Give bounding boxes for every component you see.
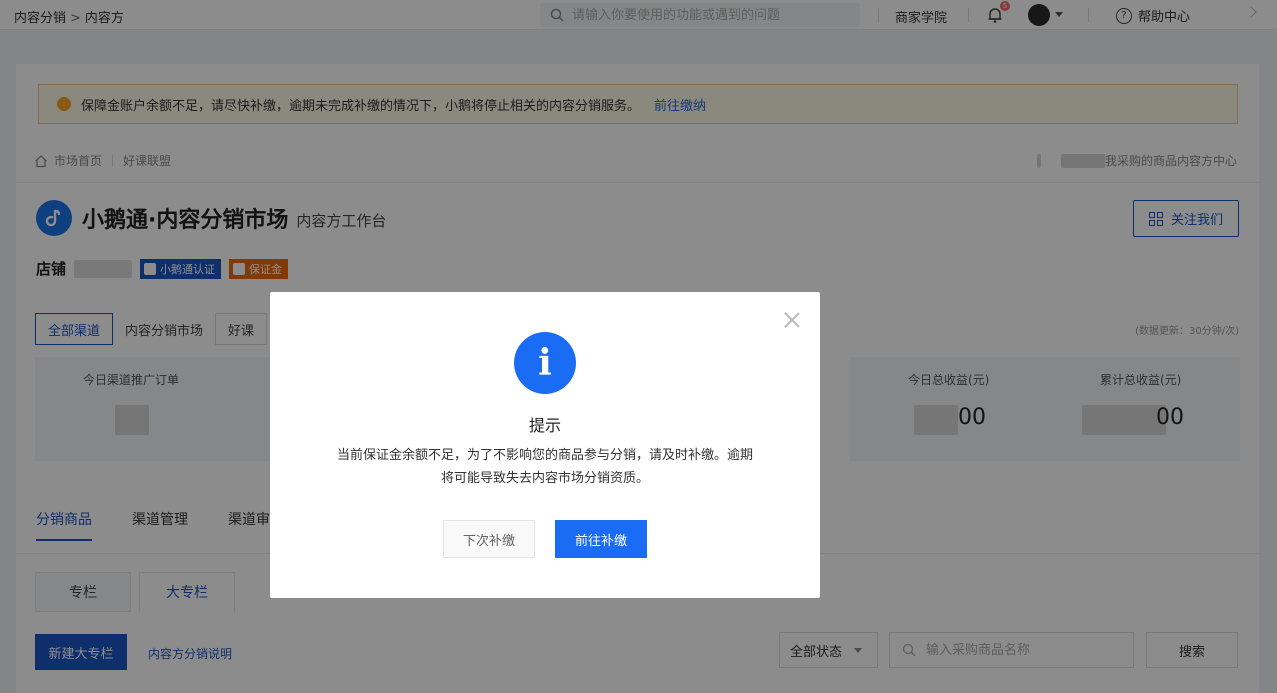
- dialog-message: 当前保证金余额不足，为了不影响您的商品参与分销，请及时补缴。逾期 将可能导致失去…: [310, 444, 780, 490]
- deposit-reminder-dialog: i 提示 当前保证金余额不足，为了不影响您的商品参与分销，请及时补缴。逾期 将可…: [270, 292, 820, 598]
- info-icon: i: [514, 332, 576, 394]
- dialog-message-line: 将可能导致失去内容市场分销资质。: [440, 471, 649, 486]
- go-pay-button[interactable]: 前往补缴: [555, 520, 647, 558]
- pay-later-button[interactable]: 下次补缴: [443, 520, 535, 558]
- dialog-message-line: 当前保证金余额不足，为了不影响您的商品参与分销，请及时补缴。逾期: [336, 448, 753, 463]
- dialog-title: 提示: [528, 416, 561, 435]
- close-icon[interactable]: [782, 310, 802, 330]
